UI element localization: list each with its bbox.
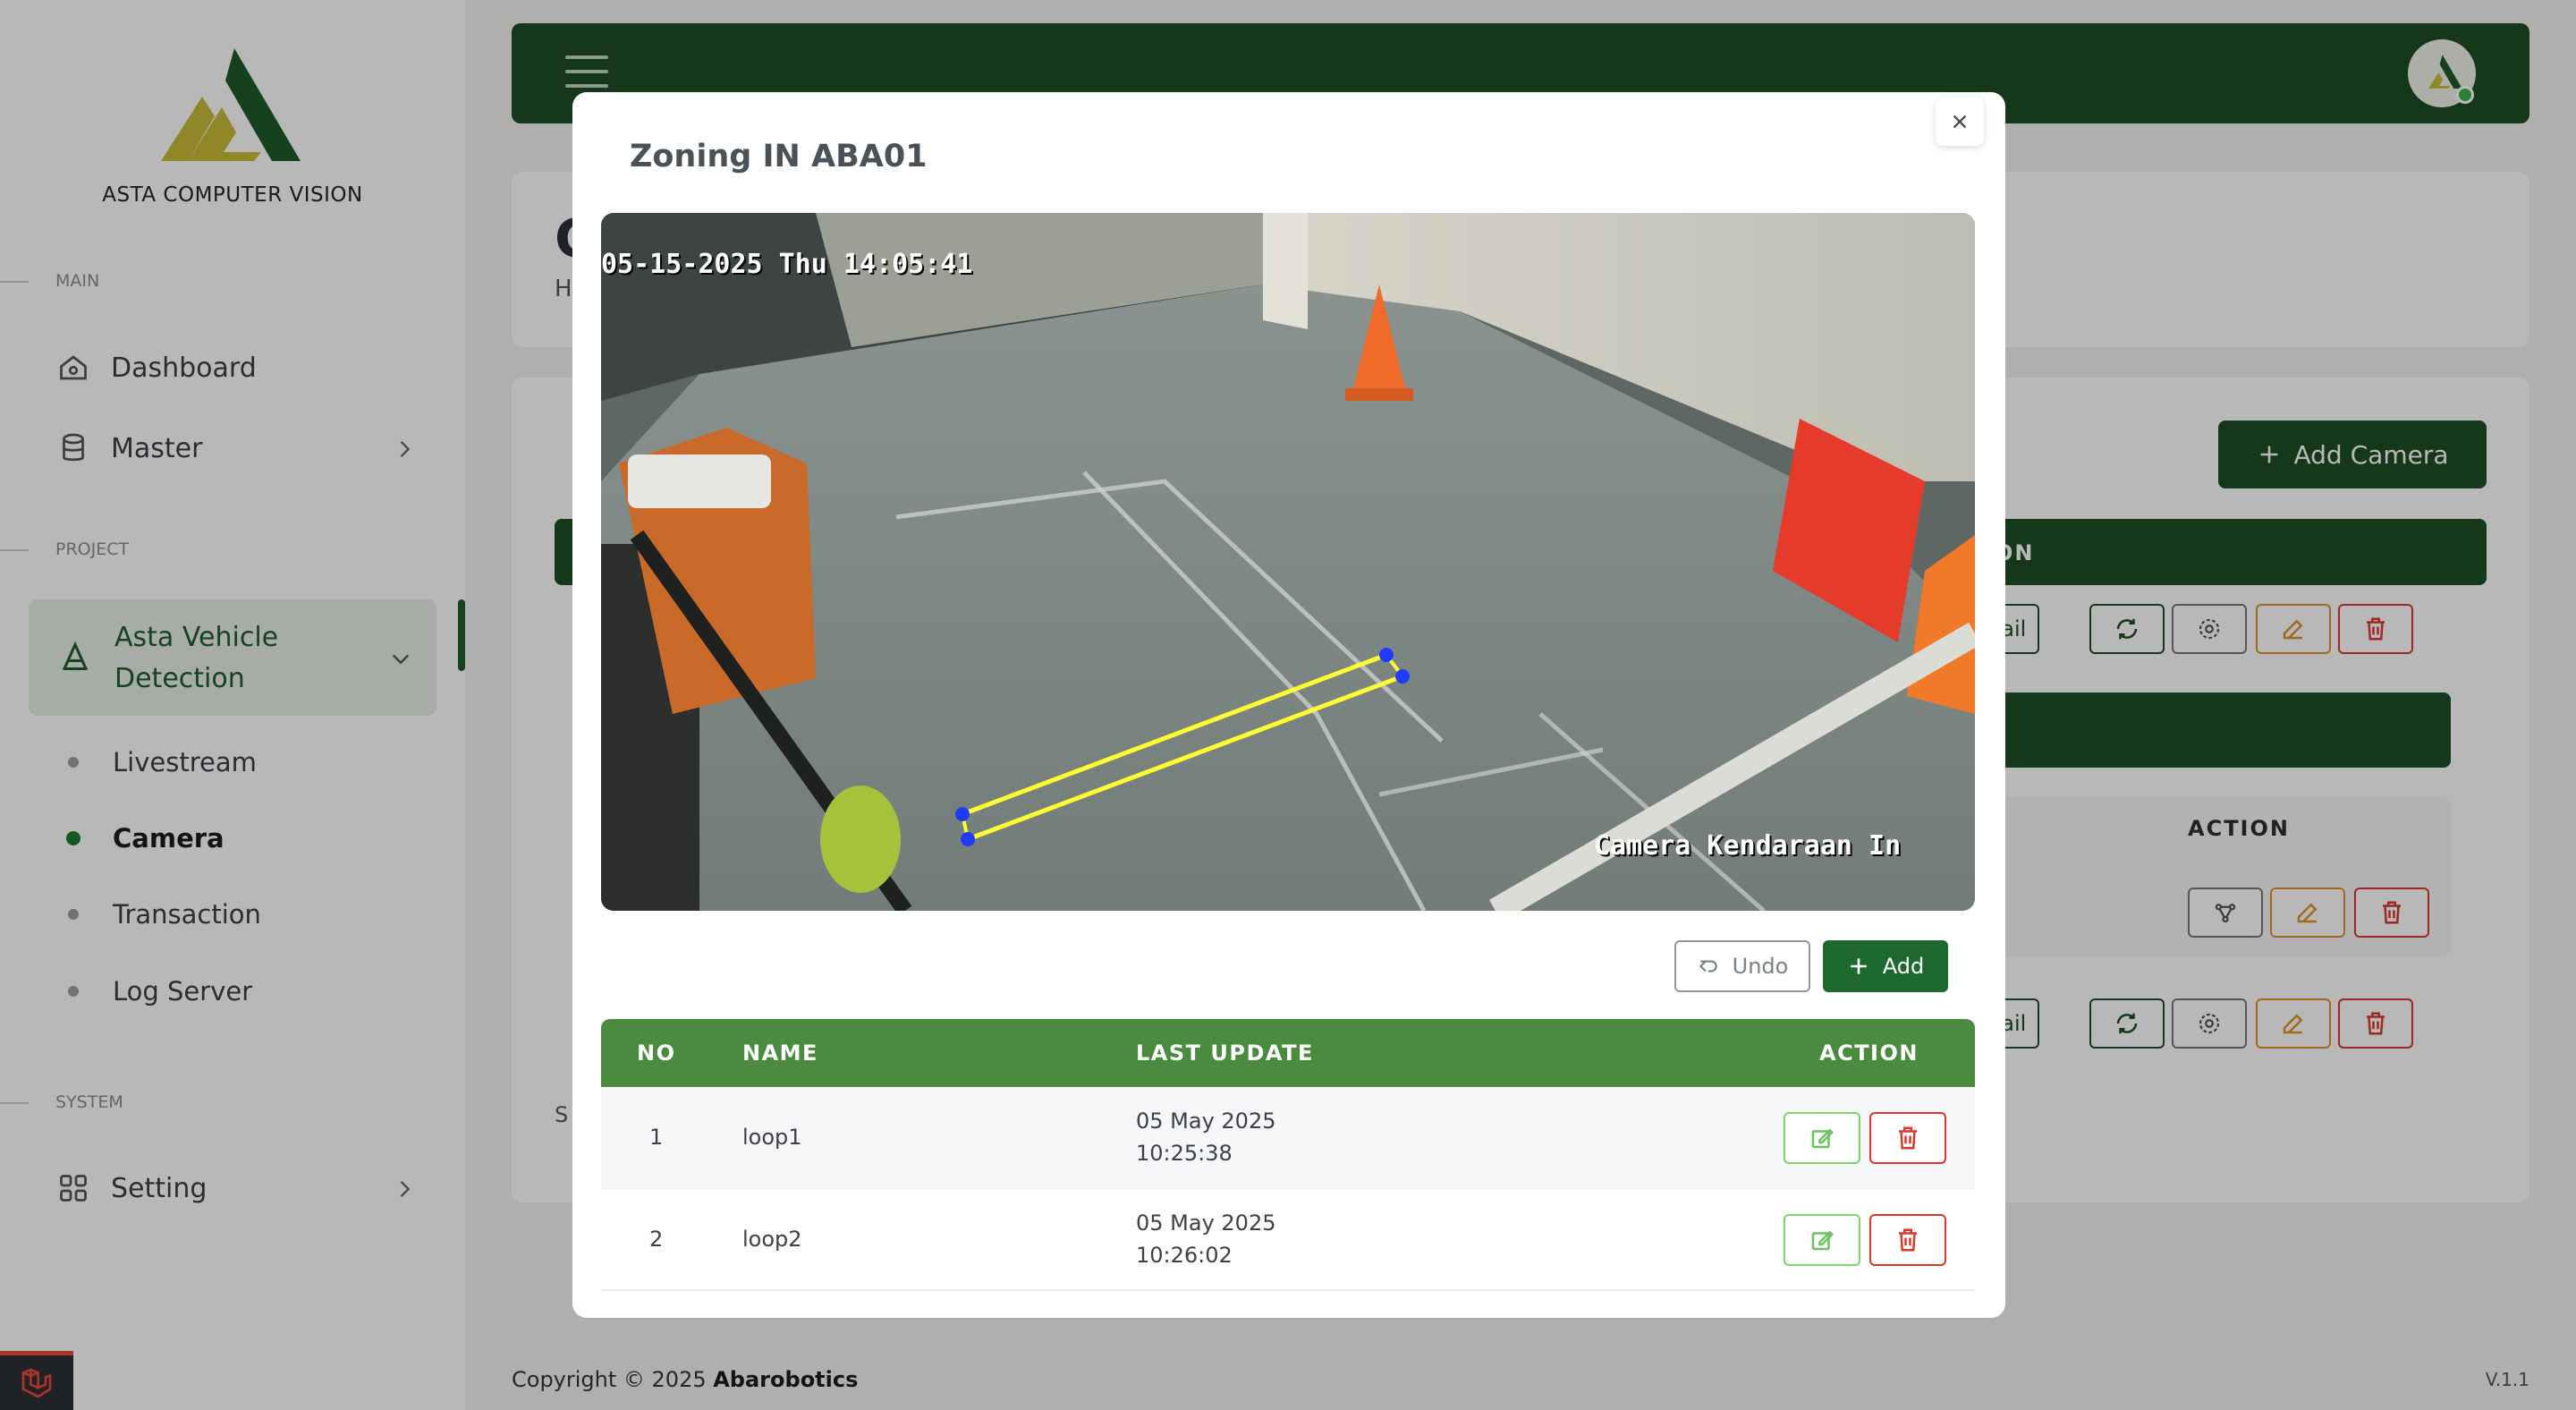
edit-zone-button[interactable]: [1784, 1214, 1860, 1266]
delete-zone-button[interactable]: [1869, 1214, 1946, 1266]
close-button[interactable]: [1936, 98, 1984, 146]
trash-icon: [1899, 1228, 1917, 1252]
undo-button[interactable]: Undo: [1674, 940, 1810, 992]
header-action: ACTION: [1819, 1041, 1919, 1066]
zoning-modal: Zoning IN ABA01 05-15-2025 Thu 14:05:41 …: [572, 92, 2005, 1318]
plus-icon: [1851, 958, 1867, 974]
table-row: 1 loop1 05 May 2025 10:25:38: [601, 1087, 1975, 1189]
camera-frame: [601, 213, 1975, 911]
undo-icon: [1699, 960, 1717, 973]
camera-timestamp: 05-15-2025 Thu 14:05:41: [601, 249, 973, 280]
table-row: 2 loop2 05 May 2025 10:26:02: [601, 1189, 1975, 1291]
camera-caption: Camera Kendaraan In: [1594, 830, 1902, 862]
table-header: NO NAME LAST UPDATE ACTION: [601, 1019, 1975, 1087]
edit-icon: [1811, 1128, 1835, 1149]
edit-icon: [1811, 1230, 1835, 1251]
zones-table: NO NAME LAST UPDATE ACTION 1 loop1 05 Ma…: [601, 1019, 1975, 1291]
camera-canvas[interactable]: 05-15-2025 Thu 14:05:41 Camera Kendaraan…: [601, 213, 1975, 911]
header-no: NO: [637, 1041, 676, 1066]
delete-zone-button[interactable]: [1869, 1112, 1946, 1164]
header-last-update: LAST UPDATE: [1136, 1041, 1314, 1066]
close-icon: [1953, 115, 1967, 129]
add-zone-button[interactable]: Add: [1823, 940, 1948, 992]
edit-zone-button[interactable]: [1784, 1112, 1860, 1164]
header-name: NAME: [742, 1041, 818, 1066]
modal-title: Zoning IN ABA01: [630, 139, 928, 174]
trash-icon: [1899, 1126, 1917, 1150]
